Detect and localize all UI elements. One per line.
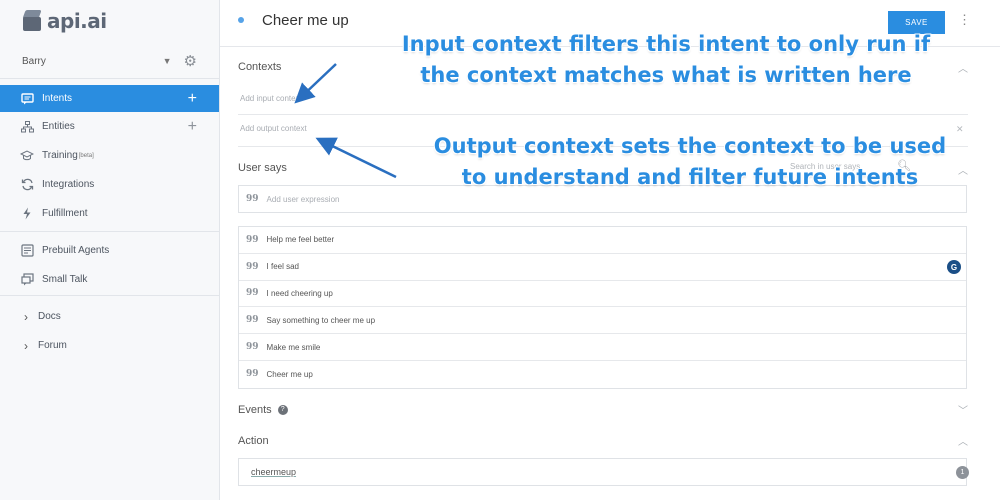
chevron-right-icon: › [24, 309, 28, 324]
chevron-up-icon[interactable]: ︿ [958, 433, 968, 448]
add-entity-plus-icon[interactable]: + [188, 118, 197, 135]
brand-name: api.ai [47, 9, 107, 33]
sidebar-item-prebuilt-agents[interactable]: Prebuilt Agents [0, 236, 219, 265]
quote-icon: 99 [246, 194, 259, 204]
status-dot-icon [238, 17, 244, 23]
phrase-text: Cheer me up [266, 369, 313, 379]
sidebar-item-label: Small Talk [42, 274, 88, 285]
input-context-arrow [294, 63, 337, 104]
divider [238, 114, 968, 115]
speech-icon [20, 273, 34, 287]
sidebar-item-entities[interactable]: Entities + [0, 112, 219, 141]
sync-icon [20, 178, 34, 192]
sidebar-item-integrations[interactable]: Integrations [0, 170, 219, 199]
sidebar-item-label: Forum [38, 340, 67, 351]
list-item[interactable]: 99 I feel sad [239, 254, 966, 281]
list-item[interactable]: 99 Say something to cheer me up [239, 307, 966, 335]
add-expression-placeholder: Add user expression [266, 194, 340, 204]
sidebar: api.ai Barry ▼ ⚙ Intents + Entities + Tr… [0, 0, 220, 500]
action-heading: Action [238, 435, 269, 447]
sidebar-item-forum[interactable]: › Forum [0, 331, 219, 360]
sidebar-item-label: Intents [42, 93, 73, 104]
chat-icon [20, 92, 34, 106]
sidebar-item-intents[interactable]: Intents + [0, 85, 219, 112]
annotation-line: Output context sets the context to be us… [433, 134, 947, 158]
quote-icon: 99 [246, 288, 259, 299]
cube-logo-icon [22, 10, 42, 32]
divider [0, 231, 219, 232]
sidebar-item-label: Integrations [42, 179, 95, 190]
api-ai-logo[interactable]: api.ai [22, 8, 107, 34]
chevron-down-icon[interactable]: ﹀ [958, 402, 968, 417]
chevron-right-icon: › [24, 338, 28, 353]
count-badge: 1 [956, 466, 969, 479]
sidebar-item-label: Training [42, 150, 78, 161]
add-intent-plus-icon[interactable]: + [188, 90, 197, 107]
list-item[interactable]: 99 I need cheering up [239, 281, 966, 308]
input-context-annotation: Input context filters this intent to onl… [356, 29, 976, 91]
events-label: Events [238, 404, 272, 416]
agent-name: Barry [22, 55, 46, 67]
divider [0, 295, 219, 296]
sidebar-item-label: Docs [38, 311, 61, 322]
quote-icon: 99 [246, 342, 259, 353]
phrase-text: I feel sad [266, 262, 299, 272]
agent-selector[interactable]: Barry ▼ ⚙ [0, 48, 219, 74]
sidebar-item-label: Entities [42, 121, 75, 132]
input-context-field[interactable]: Add input context [240, 94, 302, 103]
gear-icon[interactable]: ⚙ [184, 52, 197, 70]
help-icon[interactable]: ? [277, 405, 288, 416]
annotation-line: Input context filters this intent to onl… [401, 32, 931, 56]
grammarly-icon[interactable]: G [947, 260, 961, 274]
quote-icon: 99 [246, 315, 259, 326]
annotation-line: the context matches what is written here [420, 63, 912, 87]
more-options-icon[interactable]: ⋮ [958, 12, 971, 28]
quote-icon: 99 [246, 369, 259, 380]
user-says-list: 99 Help me feel better 99 I feel sad 99 I n… [238, 226, 967, 389]
agent-icon [20, 244, 34, 258]
contexts-heading: Contexts [238, 61, 282, 73]
sidebar-item-label: Fulfillment [42, 208, 88, 219]
divider [0, 78, 219, 79]
quote-icon: 99 [246, 234, 259, 245]
sidebar-item-label: Prebuilt Agents [42, 245, 110, 256]
quote-icon: 99 [246, 261, 259, 272]
sitemap-icon [20, 120, 34, 134]
phrase-text: Make me smile [266, 342, 321, 352]
list-item[interactable]: 99 Help me feel better [239, 227, 966, 254]
beta-badge: [beta] [78, 152, 94, 159]
events-heading: Events ? [238, 404, 288, 416]
action-input[interactable]: cheermeup [238, 458, 967, 486]
phrase-text: Say something to cheer me up [266, 315, 376, 325]
sidebar-item-docs[interactable]: › Docs [0, 302, 219, 331]
lightning-icon [20, 207, 34, 221]
graduation-cap-icon [20, 149, 34, 163]
phrase-text: Help me feel better [266, 235, 335, 245]
sidebar-nav-links: › Docs › Forum [0, 302, 219, 360]
annotation-line: to understand and filter future intents [461, 165, 919, 189]
sidebar-item-fulfillment[interactable]: Fulfillment [0, 199, 219, 228]
phrase-text: I need cheering up [266, 288, 333, 298]
output-context-annotation: Output context sets the context to be us… [392, 131, 988, 193]
list-item[interactable]: 99 Make me smile [239, 334, 966, 361]
sidebar-item-small-talk[interactable]: Small Talk [0, 265, 219, 294]
sidebar-nav-agents: Prebuilt Agents Small Talk [0, 236, 219, 294]
action-value: cheermeup [251, 467, 297, 477]
user-says-heading: User says [238, 162, 287, 174]
page-title[interactable]: Cheer me up [262, 12, 349, 29]
sidebar-item-training[interactable]: Training [beta] [0, 141, 219, 170]
sidebar-nav-main: Intents + Entities + Training [beta] Int… [0, 85, 219, 228]
output-context-field[interactable]: Add output context [240, 124, 307, 133]
list-item[interactable]: 99 Cheer me up [239, 361, 966, 388]
caret-down-icon[interactable]: ▼ [163, 56, 172, 66]
